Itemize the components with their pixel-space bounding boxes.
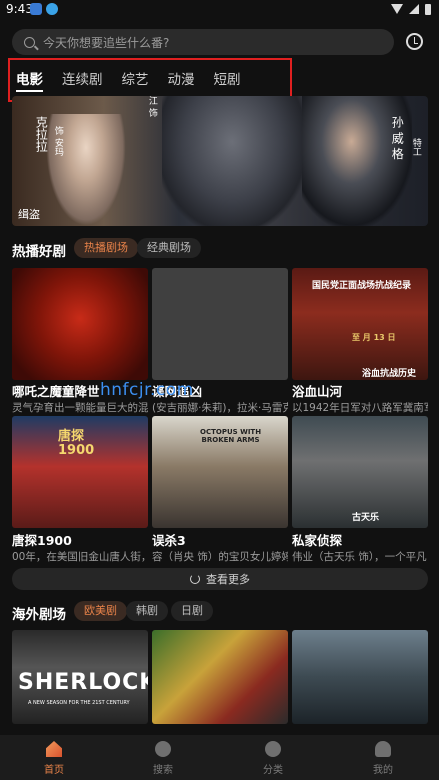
- tab-series[interactable]: 连续剧: [62, 68, 103, 88]
- see-more-label: 查看更多: [206, 573, 250, 586]
- nav-search[interactable]: 搜索: [133, 741, 193, 776]
- nav-category[interactable]: 分类: [243, 741, 303, 776]
- nav-home[interactable]: 首页: [24, 741, 84, 776]
- item-desc: 灵气孕育出一颗能量巨大的混元珠: [12, 402, 148, 414]
- status-time: 9:43: [6, 2, 33, 16]
- poster-text-tag: 至 月 13 日: [352, 333, 396, 342]
- search-icon: [155, 741, 171, 757]
- nav-profile-label: 我的: [373, 765, 393, 776]
- poster-spy-net[interactable]: [152, 268, 288, 380]
- banner-text-mid: 江 饰: [146, 96, 157, 117]
- overseas-section-title: 海外剧场: [12, 607, 66, 623]
- item-desc: 00年，在美国旧金山唐人街，一: [12, 551, 148, 563]
- banner-figure-center: [162, 96, 302, 226]
- history-icon[interactable]: [406, 33, 423, 50]
- download-notification-icon: [46, 3, 58, 15]
- search-icon: [24, 36, 35, 48]
- item-desc: 容（肖央 饰）的宝贝女儿婷婷被: [152, 551, 288, 563]
- poster-title: OCTOPUS WITH BROKEN ARMS: [200, 428, 262, 444]
- hot-section-title: 热播好剧: [12, 244, 66, 260]
- poster-action-movie[interactable]: [152, 630, 288, 724]
- nav-profile[interactable]: 我的: [353, 741, 413, 776]
- poster-private-eye[interactable]: 古天乐: [292, 416, 428, 528]
- status-indicators: [391, 2, 431, 15]
- poster-text-top: 国民党正面战场抗战纪录: [312, 281, 412, 291]
- item-title[interactable]: 私家侦探: [292, 530, 342, 549]
- chip-japanese[interactable]: 日剧: [171, 601, 213, 621]
- item-desc: 伟业（古天乐 饰），一个平凡: [292, 551, 427, 563]
- banner-caption: 缉盗: [18, 208, 40, 221]
- chip-korean[interactable]: 韩剧: [126, 601, 168, 621]
- poster-subtitle: A NEW SEASON FOR THE 21ST CENTURY: [28, 700, 130, 706]
- app-notification-icon: [30, 3, 42, 15]
- banner-text-left-sub: 饰 安玛: [52, 126, 63, 156]
- chip-western[interactable]: 欧美剧: [74, 601, 127, 621]
- poster-text-bottom: 浴血抗战历史: [362, 369, 417, 379]
- search-bar[interactable]: 今天你想要追些什么番?: [12, 29, 394, 55]
- banner-carousel[interactable]: 克拉拉 饰 安玛 江 饰 孙 威 格 特工 缉盗: [12, 96, 428, 226]
- profile-icon: [375, 741, 391, 757]
- signal-icon: [409, 4, 419, 14]
- tab-short-drama[interactable]: 短剧: [214, 68, 241, 88]
- poster-bloody-mountains[interactable]: 国民党正面战场抗战纪录 至 月 13 日 浴血抗战历史: [292, 268, 428, 380]
- nav-search-label: 搜索: [153, 765, 173, 776]
- battery-icon: [425, 4, 431, 15]
- poster-title: SHERLOCK: [18, 670, 148, 695]
- tab-variety[interactable]: 综艺: [122, 68, 149, 88]
- item-title[interactable]: 唐探1900: [12, 530, 72, 549]
- nav-category-label: 分类: [263, 765, 283, 776]
- item-desc: 以1942年日军对八路军冀南军区: [292, 402, 428, 414]
- chip-classic-theater[interactable]: 经典剧场: [137, 238, 201, 258]
- tab-movies[interactable]: 电影: [16, 68, 43, 92]
- nav-home-label: 首页: [44, 765, 64, 776]
- banner-text-right-sub: 特工: [410, 138, 421, 156]
- status-bar: 9:43: [0, 0, 439, 18]
- poster-name: 古天乐: [352, 513, 380, 523]
- banner-text-left: 克拉拉: [34, 116, 49, 152]
- watermark-text: hnfcjr.com: [100, 380, 194, 400]
- poster-war-movie[interactable]: [292, 630, 428, 724]
- see-more-button[interactable]: 查看更多: [12, 568, 428, 590]
- poster-sherlock[interactable]: SHERLOCK A NEW SEASON FOR THE 21ST CENTU…: [12, 630, 148, 724]
- poster-detective-1900[interactable]: 唐探 1900: [12, 416, 148, 528]
- search-placeholder: 今天你想要追些什么番?: [43, 35, 170, 50]
- home-icon: [46, 741, 62, 757]
- chip-hot-theater[interactable]: 热播剧场: [74, 238, 138, 258]
- tab-anime[interactable]: 动漫: [168, 68, 195, 88]
- category-icon: [265, 741, 281, 757]
- item-title[interactable]: 浴血山河: [292, 381, 342, 400]
- banner-text-right: 孙 威 格: [390, 116, 405, 160]
- poster-wrong-kill-3[interactable]: OCTOPUS WITH BROKEN ARMS: [152, 416, 288, 528]
- refresh-icon: [190, 574, 200, 584]
- bottom-navigation: 首页 搜索 分类 我的: [0, 735, 439, 780]
- item-desc: (安吉丽娜·朱莉)，拉米·马雷克 Rami: [152, 402, 288, 414]
- item-title[interactable]: 哪吒之魔童降世: [12, 381, 100, 400]
- category-tabs: 电影 连续剧 综艺 动漫 短剧: [16, 68, 241, 92]
- item-title[interactable]: 误杀3: [152, 530, 186, 549]
- wifi-icon: [391, 4, 403, 14]
- poster-title: 唐探 1900: [58, 429, 95, 459]
- poster-nezha[interactable]: [12, 268, 148, 380]
